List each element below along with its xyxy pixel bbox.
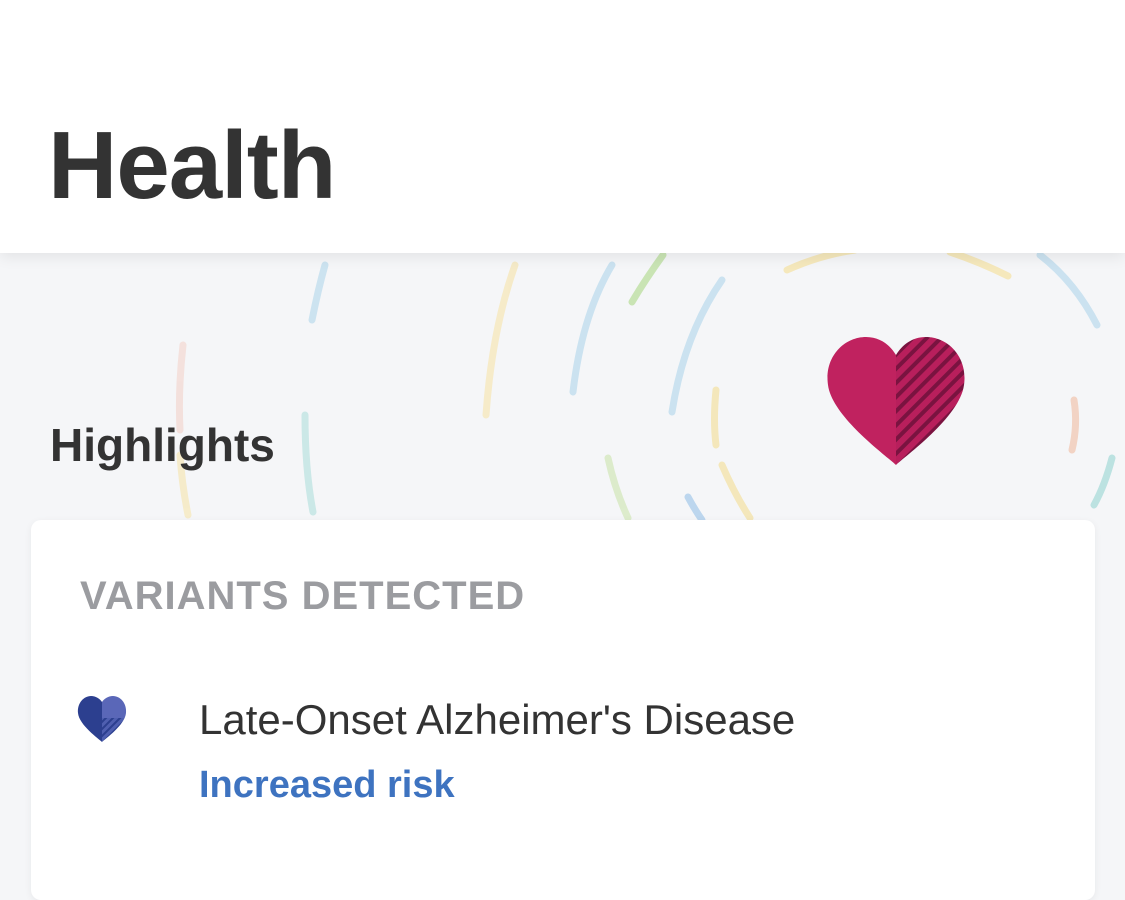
variants-detected-card[interactable]: VARIANTS DETECTED Late-Onset Alzheimer's… (31, 520, 1095, 900)
variant-risk-status[interactable]: Increased risk (199, 764, 455, 807)
app-header: Health (0, 0, 1125, 253)
card-label: VARIANTS DETECTED (80, 574, 526, 618)
page-title: Health (48, 112, 336, 219)
heart-icon (77, 696, 127, 742)
variant-name: Late-Onset Alzheimer's Disease (199, 696, 796, 743)
variant-item[interactable]: Late-Onset Alzheimer's Disease Increased… (31, 690, 1095, 820)
section-title-highlights: Highlights (50, 419, 275, 471)
heart-icon (827, 337, 965, 465)
